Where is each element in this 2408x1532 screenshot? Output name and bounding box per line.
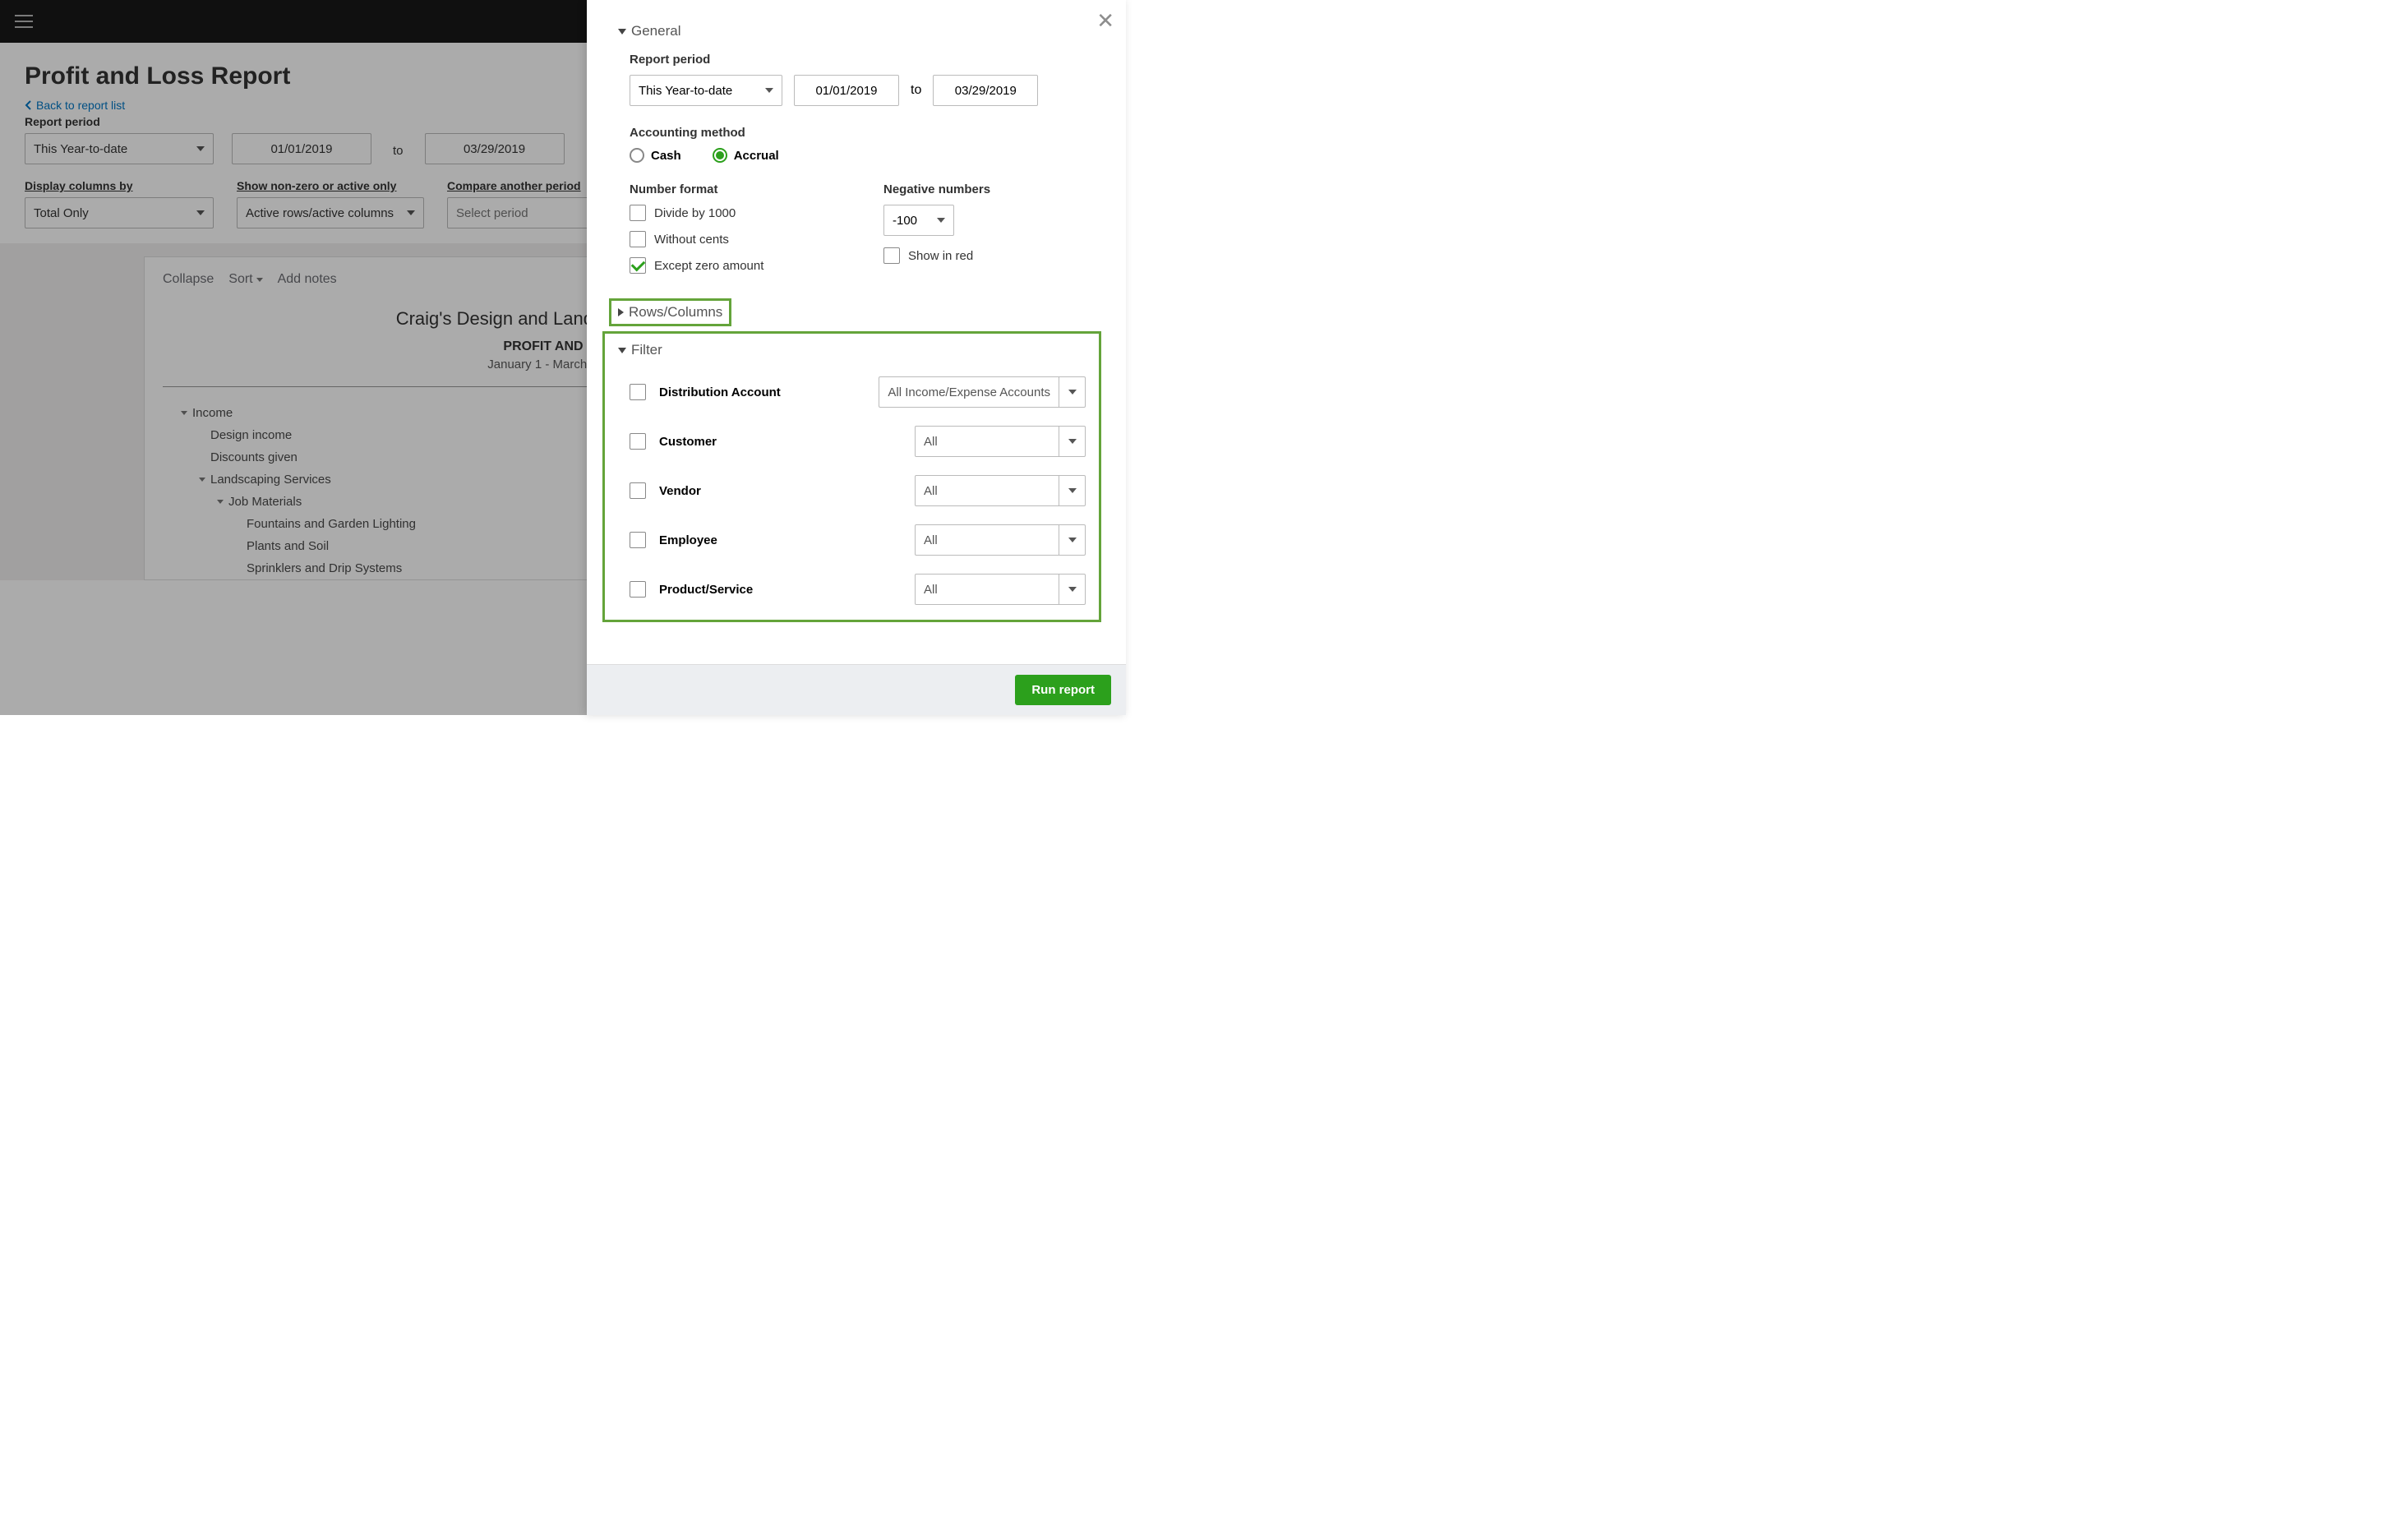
report-period-select[interactable]: This Year-to-date <box>25 133 214 164</box>
caret-down-icon <box>196 146 205 151</box>
to-label: to <box>911 83 921 98</box>
divide-by-1000-checkbox[interactable] <box>630 205 646 221</box>
add-notes-link[interactable]: Add notes <box>278 272 337 287</box>
negative-numbers-select[interactable]: -100 <box>883 205 954 236</box>
caret-down-icon <box>618 348 626 353</box>
hamburger-icon[interactable] <box>15 15 33 28</box>
close-icon[interactable]: ✕ <box>1096 8 1114 34</box>
filter-item: Vendor All <box>630 475 1086 506</box>
caret-down-icon <box>256 278 263 282</box>
display-columns-select[interactable]: Total Only <box>25 197 214 228</box>
caret-down-icon <box>1059 525 1085 555</box>
accounting-method-label: Accounting method <box>630 126 1098 140</box>
filter-select[interactable]: All <box>915 574 1086 605</box>
date-to-input[interactable]: 03/29/2019 <box>425 133 565 164</box>
caret-down-icon <box>196 210 205 215</box>
sort-link[interactable]: Sort <box>228 272 262 287</box>
caret-down-icon <box>937 218 945 223</box>
filter-checkbox[interactable] <box>630 581 646 598</box>
caret-right-icon <box>618 308 624 316</box>
panel-period-select[interactable]: This Year-to-date <box>630 75 782 106</box>
customize-panel: ✕ General Report period This Year-to-dat… <box>587 0 1126 715</box>
panel-footer: Run report <box>587 664 1126 715</box>
caret-down-icon <box>1059 476 1085 505</box>
filter-item: Distribution Account All Income/Expense A… <box>630 376 1086 408</box>
caret-down-icon <box>217 500 224 504</box>
collapse-link[interactable]: Collapse <box>163 272 214 287</box>
filter-section-header[interactable]: Filter <box>618 342 1086 358</box>
filter-select[interactable]: All <box>915 475 1086 506</box>
filter-label: Employee <box>659 533 807 547</box>
filter-item: Customer All <box>630 426 1086 457</box>
display-columns-label: Display columns by <box>25 179 214 192</box>
caret-down-icon <box>407 210 415 215</box>
filter-checkbox[interactable] <box>630 482 646 499</box>
filter-label: Product/Service <box>659 583 807 597</box>
cash-radio[interactable]: Cash <box>630 148 681 163</box>
rows-columns-section-header[interactable]: Rows/Columns <box>618 304 722 321</box>
filter-item: Product/Service All <box>630 574 1086 605</box>
filter-select[interactable]: All Income/Expense Accounts <box>879 376 1086 408</box>
show-nonzero-label: Show non-zero or active only <box>237 179 424 192</box>
chevron-left-icon <box>25 100 31 110</box>
filter-select[interactable]: All <box>915 524 1086 556</box>
caret-down-icon <box>1059 377 1085 407</box>
show-nonzero-select[interactable]: Active rows/active columns <box>237 197 424 228</box>
caret-down-icon <box>199 478 205 482</box>
run-report-button[interactable]: Run report <box>1015 675 1111 705</box>
caret-down-icon <box>1059 427 1085 456</box>
without-cents-checkbox[interactable] <box>630 231 646 247</box>
back-to-report-list-link[interactable]: Back to report list <box>25 99 125 112</box>
caret-down-icon <box>181 411 187 415</box>
filter-highlight-box: Filter Distribution Account All Income/Ex… <box>602 331 1101 622</box>
filter-select[interactable]: All <box>915 426 1086 457</box>
filter-label: Distribution Account <box>659 385 807 399</box>
date-from-input[interactable]: 01/01/2019 <box>232 133 371 164</box>
general-section-header[interactable]: General <box>618 23 1098 39</box>
filter-checkbox[interactable] <box>630 532 646 548</box>
panel-report-period-label: Report period <box>630 53 1098 67</box>
caret-down-icon <box>1059 574 1085 604</box>
filter-checkbox[interactable] <box>630 433 646 450</box>
accrual-radio[interactable]: Accrual <box>713 148 779 163</box>
caret-down-icon <box>618 29 626 35</box>
filter-checkbox[interactable] <box>630 384 646 400</box>
caret-down-icon <box>765 88 773 93</box>
panel-date-to-input[interactable] <box>933 75 1038 106</box>
number-format-label: Number format <box>630 182 844 196</box>
filter-item: Employee All <box>630 524 1086 556</box>
filter-label: Vendor <box>659 484 807 498</box>
filter-label: Customer <box>659 435 807 449</box>
show-in-red-checkbox[interactable] <box>883 247 900 264</box>
panel-date-from-input[interactable] <box>794 75 899 106</box>
negative-numbers-label: Negative numbers <box>883 182 1098 196</box>
except-zero-checkbox[interactable] <box>630 257 646 274</box>
to-label: to <box>393 144 404 164</box>
